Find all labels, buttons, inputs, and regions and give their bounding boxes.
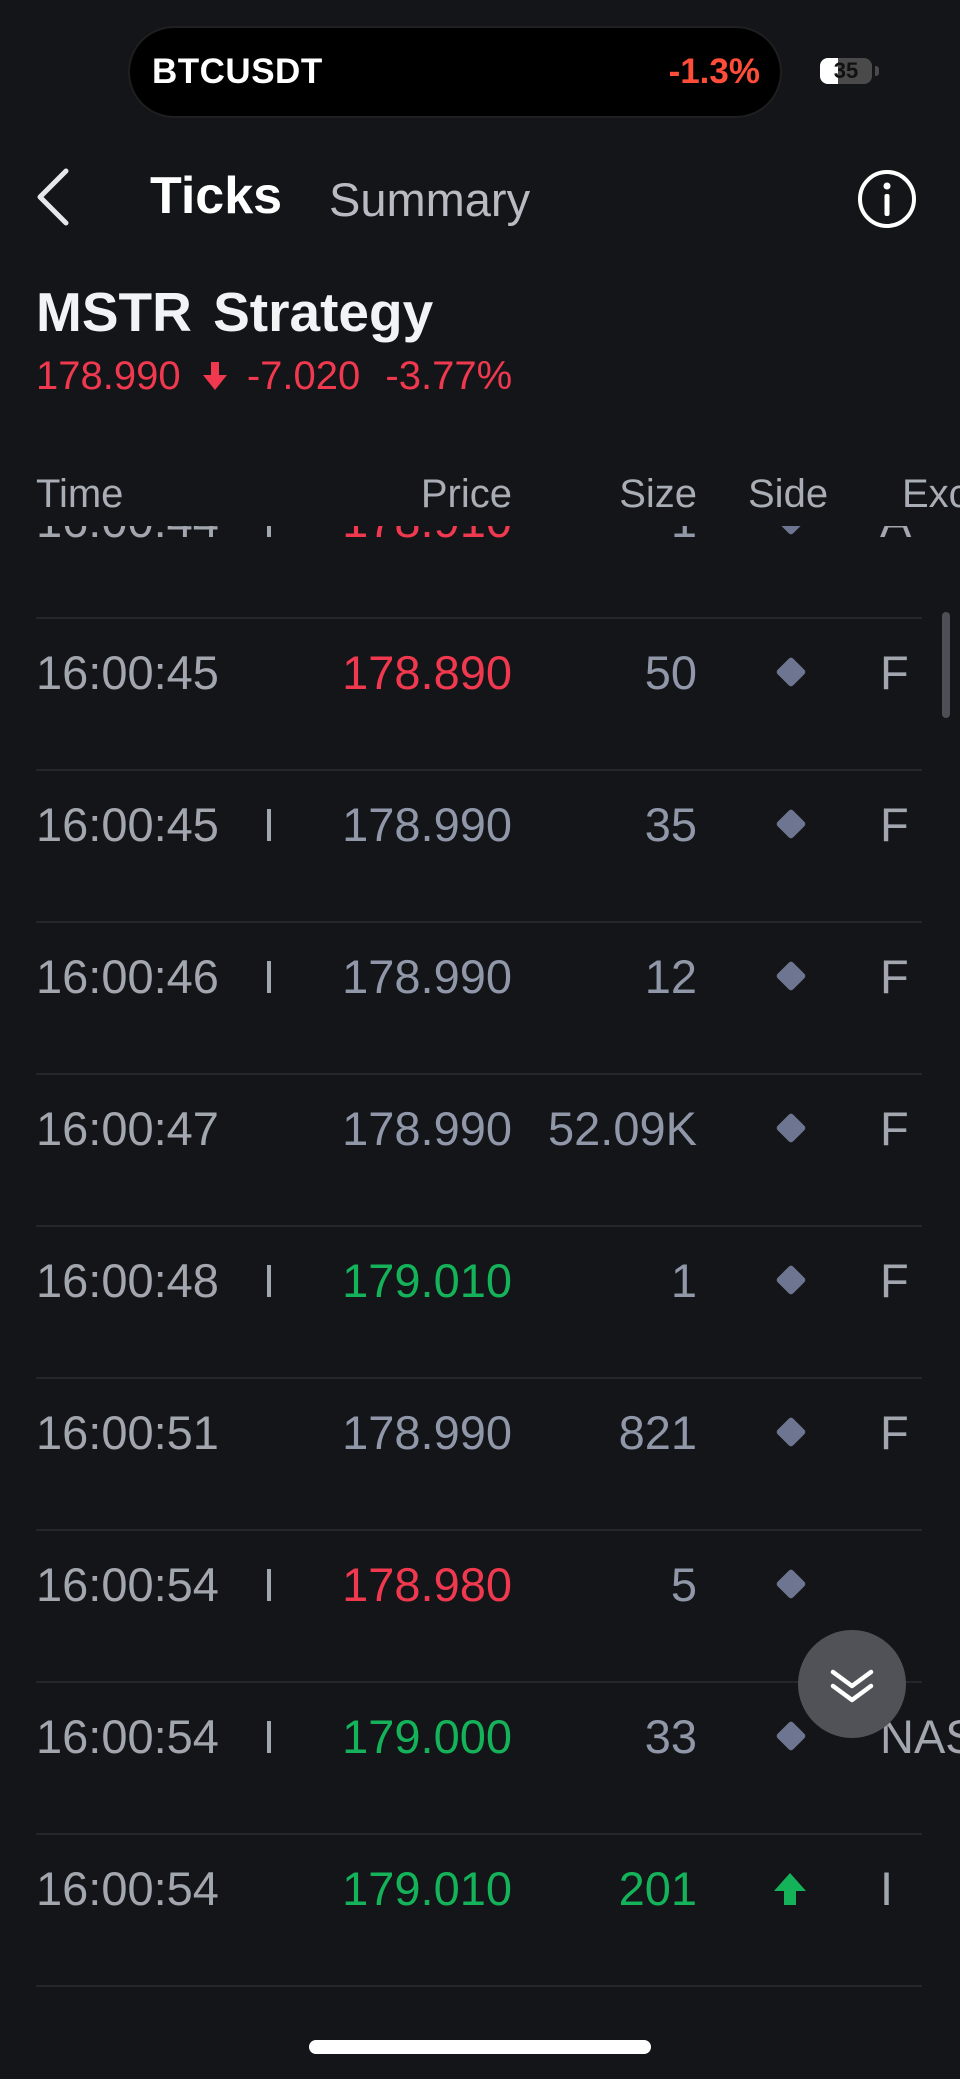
double-chevron-down-icon bbox=[830, 1669, 874, 1703]
tick-exchange: F bbox=[880, 1102, 909, 1155]
tick-price: 179.010 bbox=[342, 1862, 512, 1915]
tick-exchange: F bbox=[880, 1254, 909, 1307]
tick-size: 33 bbox=[644, 1710, 697, 1763]
tick-marker bbox=[267, 1721, 271, 1753]
tick-time: 16:00:54 bbox=[36, 1710, 219, 1763]
column-header-exchange[interactable]: Exc bbox=[902, 472, 960, 517]
neutral-diamond-icon bbox=[772, 797, 808, 853]
tick-time: 16:00:54 bbox=[36, 1862, 219, 1915]
tick-time: 16:00:45 bbox=[36, 646, 219, 699]
buy-arrow-icon bbox=[772, 1861, 808, 1917]
neutral-diamond-icon bbox=[772, 1253, 808, 1309]
tick-marker bbox=[267, 1265, 271, 1297]
neutral-diamond-icon bbox=[772, 1101, 808, 1157]
tick-time: 16:00:51 bbox=[36, 1406, 219, 1459]
tick-price: 179.010 bbox=[342, 1254, 512, 1307]
tick-exchange: I bbox=[880, 1862, 894, 1915]
tick-row[interactable]: 16:00:48 179.010 1 F bbox=[0, 1227, 960, 1379]
tick-exchange: F bbox=[880, 646, 909, 699]
tick-exchange: F bbox=[880, 1406, 909, 1459]
tick-time: 16:00:48 bbox=[36, 1254, 219, 1307]
tick-row[interactable]: 16:00:45 178.990 35 F bbox=[0, 771, 960, 923]
tick-time: 16:00:45 bbox=[36, 798, 219, 851]
tick-price: 178.990 bbox=[342, 1102, 512, 1155]
tick-size: 12 bbox=[644, 950, 697, 1003]
tick-price: 179.000 bbox=[342, 1710, 512, 1763]
column-header-size[interactable]: Size bbox=[619, 472, 697, 517]
tick-price: 178.990 bbox=[342, 798, 512, 851]
tick-size: 35 bbox=[644, 798, 697, 851]
tick-row[interactable]: 16:00:54 179.010 201 I bbox=[0, 1835, 960, 1987]
tick-row[interactable]: 16:00:45 178.890 50 F bbox=[0, 619, 960, 771]
tick-size: 201 bbox=[618, 1862, 697, 1915]
tick-size: 50 bbox=[644, 646, 697, 699]
home-indicator[interactable] bbox=[309, 2040, 651, 2054]
tick-row[interactable]: 16:00:47 178.990 52.09K F bbox=[0, 1075, 960, 1227]
neutral-diamond-icon bbox=[772, 949, 808, 1005]
neutral-diamond-icon bbox=[772, 645, 808, 701]
tick-time: 16:00:54 bbox=[36, 1558, 219, 1611]
tick-row[interactable]: 16:00:51 178.990 821 F bbox=[0, 1379, 960, 1531]
column-header-price[interactable]: Price bbox=[421, 472, 512, 517]
tick-price: 178.890 bbox=[342, 646, 512, 699]
scroll-to-bottom-button[interactable] bbox=[798, 1630, 906, 1738]
tick-marker bbox=[267, 809, 271, 841]
tick-exchange: F bbox=[880, 950, 909, 1003]
tick-price: 178.990 bbox=[342, 1406, 512, 1459]
scrollbar[interactable] bbox=[942, 612, 950, 718]
tick-price: 178.990 bbox=[342, 950, 512, 1003]
tick-marker bbox=[267, 1569, 271, 1601]
tick-time: 16:00:47 bbox=[36, 1102, 219, 1155]
tick-marker bbox=[267, 961, 271, 993]
row-divider bbox=[36, 1985, 922, 1987]
column-header-time[interactable]: Time bbox=[36, 472, 123, 517]
tick-size: 5 bbox=[670, 1558, 697, 1611]
tick-size: 52.09K bbox=[548, 1102, 697, 1155]
neutral-diamond-icon bbox=[772, 1405, 808, 1461]
neutral-diamond-icon bbox=[772, 1557, 808, 1613]
tick-row[interactable]: 16:00:46 178.990 12 F bbox=[0, 923, 960, 1075]
column-header-side[interactable]: Side bbox=[748, 472, 828, 517]
tick-size: 821 bbox=[618, 1406, 697, 1459]
tick-price: 178.980 bbox=[342, 1558, 512, 1611]
tick-size: 1 bbox=[670, 1254, 697, 1307]
tick-time: 16:00:46 bbox=[36, 950, 219, 1003]
tick-exchange: F bbox=[880, 798, 909, 851]
